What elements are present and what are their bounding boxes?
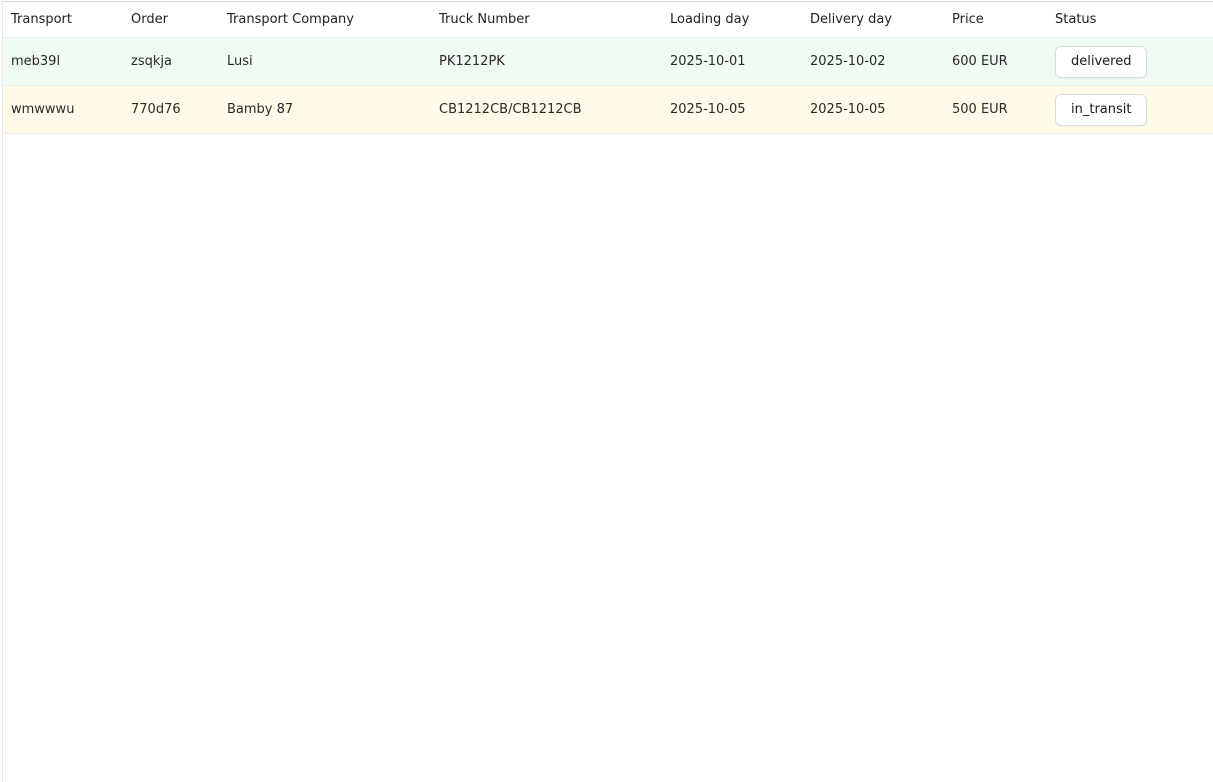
table-row[interactable]: wmwwwu 770d76 Bamby 87 CB1212CB/CB1212CB… — [3, 85, 1213, 134]
transport-company-cell: Lusi — [219, 37, 431, 86]
order-id-cell: zsqkja — [123, 37, 219, 86]
truck-number-cell: CB1212CB/CB1212CB — [431, 85, 662, 134]
transport-id-cell: wmwwwu — [3, 85, 123, 134]
column-header-price[interactable]: Price — [944, 2, 1047, 38]
delivery-day-cell: 2025-10-05 — [802, 85, 944, 134]
loading-day-cell: 2025-10-01 — [662, 37, 802, 86]
column-header-status[interactable]: Status — [1047, 2, 1213, 38]
column-header-transport[interactable]: Transport — [3, 2, 123, 38]
status-button[interactable]: delivered — [1055, 45, 1148, 78]
loading-day-cell: 2025-10-05 — [662, 85, 802, 134]
column-header-order[interactable]: Order — [123, 2, 219, 38]
truck-number-cell: PK1212PK — [431, 37, 662, 86]
table-row[interactable]: meb39l zsqkja Lusi PK1212PK 2025-10-01 2… — [3, 37, 1213, 86]
column-header-truck-number[interactable]: Truck Number — [431, 2, 662, 38]
status-cell: delivered — [1047, 37, 1213, 86]
column-header-transport-company[interactable]: Transport Company — [219, 2, 431, 38]
status-button[interactable]: in_transit — [1055, 93, 1148, 126]
transport-id-cell: meb39l — [3, 37, 123, 86]
column-header-loading-day[interactable]: Loading day — [662, 2, 802, 38]
table-header: Transport Order Transport Company Truck … — [3, 2, 1213, 38]
order-id-cell: 770d76 — [123, 85, 219, 134]
delivery-day-cell: 2025-10-02 — [802, 37, 944, 86]
transport-company-cell: Bamby 87 — [219, 85, 431, 134]
header-row: Transport Order Transport Company Truck … — [3, 2, 1213, 38]
column-header-delivery-day[interactable]: Delivery day — [802, 2, 944, 38]
transports-panel: Transport Order Transport Company Truck … — [2, 1, 1213, 782]
price-cell: 600 EUR — [944, 37, 1047, 86]
status-cell: in_transit — [1047, 85, 1213, 134]
transports-table: Transport Order Transport Company Truck … — [3, 2, 1213, 134]
table-body: meb39l zsqkja Lusi PK1212PK 2025-10-01 2… — [3, 37, 1213, 134]
price-cell: 500 EUR — [944, 85, 1047, 134]
